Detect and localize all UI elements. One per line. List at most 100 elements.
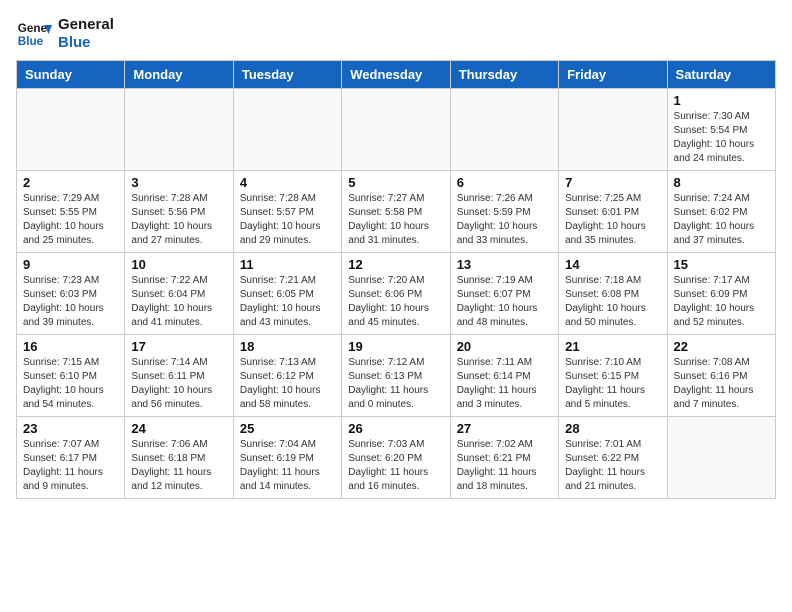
calendar-cell: 12 Sunrise: 7:20 AM Sunset: 6:06 PM Dayli… <box>342 253 450 335</box>
day-info: Sunrise: 7:06 AM Sunset: 6:18 PM Dayligh… <box>131 438 226 494</box>
calendar-week-row: 9Sunrise: 7:23 AM Sunset: 6:03 PM Daylig… <box>17 253 776 335</box>
day-number: 14 <box>565 257 660 272</box>
day-info: Sunrise: 7:14 AM Sunset: 6:11 PM Dayligh… <box>131 356 226 412</box>
day-number: 7 <box>565 175 660 190</box>
day-info: Sunrise: 7:26 AM Sunset: 5:59 PM Dayligh… <box>457 192 552 248</box>
logo-icon: General Blue <box>16 16 52 52</box>
calendar-cell: 11 Sunrise: 7:21 AM Sunset: 6:05 PM Dayli… <box>233 253 341 335</box>
calendar-cell: 18 Sunrise: 7:13 AM Sunset: 6:12 PM Dayli… <box>233 335 341 417</box>
day-number: 1 <box>674 93 769 108</box>
weekday-header: Sunday <box>17 61 125 89</box>
day-number: 5 <box>348 175 443 190</box>
day-info: Sunrise: 7:18 AM Sunset: 6:08 PM Dayligh… <box>565 274 660 330</box>
calendar-cell: 3 Sunrise: 7:28 AM Sunset: 5:56 PM Daylig… <box>125 171 233 253</box>
day-info: Sunrise: 7:19 AM Sunset: 6:07 PM Dayligh… <box>457 274 552 330</box>
day-info: Sunrise: 7:22 AM Sunset: 6:04 PM Dayligh… <box>131 274 226 330</box>
calendar-table: SundayMondayTuesdayWednesdayThursdayFrid… <box>16 60 776 499</box>
weekday-header: Tuesday <box>233 61 341 89</box>
weekday-header: Thursday <box>450 61 558 89</box>
day-info: Sunrise: 7:24 AM Sunset: 6:02 PM Dayligh… <box>674 192 769 248</box>
day-info: Sunrise: 7:11 AM Sunset: 6:14 PM Dayligh… <box>457 356 552 412</box>
day-number: 21 <box>565 339 660 354</box>
day-number: 25 <box>240 421 335 436</box>
day-info: Sunrise: 7:04 AM Sunset: 6:19 PM Dayligh… <box>240 438 335 494</box>
day-info: Sunrise: 7:02 AM Sunset: 6:21 PM Dayligh… <box>457 438 552 494</box>
day-number: 13 <box>457 257 552 272</box>
day-number: 26 <box>348 421 443 436</box>
weekday-header: Monday <box>125 61 233 89</box>
calendar-cell: 7 Sunrise: 7:25 AM Sunset: 6:01 PM Daylig… <box>559 171 667 253</box>
logo-blue: Blue <box>58 34 114 52</box>
day-info: Sunrise: 7:25 AM Sunset: 6:01 PM Dayligh… <box>565 192 660 248</box>
day-number: 19 <box>348 339 443 354</box>
logo: General Blue General Blue <box>16 16 114 52</box>
day-number: 23 <box>23 421 118 436</box>
page-header: General Blue General Blue <box>16 16 776 52</box>
calendar-cell <box>17 89 125 171</box>
day-number: 3 <box>131 175 226 190</box>
day-info: Sunrise: 7:21 AM Sunset: 6:05 PM Dayligh… <box>240 274 335 330</box>
calendar-cell: 19Sunrise: 7:12 AM Sunset: 6:13 PM Dayli… <box>342 335 450 417</box>
day-info: Sunrise: 7:01 AM Sunset: 6:22 PM Dayligh… <box>565 438 660 494</box>
day-number: 10 <box>131 257 226 272</box>
day-number: 28 <box>565 421 660 436</box>
day-info: Sunrise: 7:08 AM Sunset: 6:16 PM Dayligh… <box>674 356 769 412</box>
calendar-cell: 23 Sunrise: 7:07 AM Sunset: 6:17 PM Dayli… <box>17 417 125 499</box>
calendar-cell <box>233 89 341 171</box>
calendar-cell: 24 Sunrise: 7:06 AM Sunset: 6:18 PM Dayli… <box>125 417 233 499</box>
calendar-cell: 4 Sunrise: 7:28 AM Sunset: 5:57 PM Daylig… <box>233 171 341 253</box>
calendar-cell <box>667 417 775 499</box>
day-number: 17 <box>131 339 226 354</box>
day-info: Sunrise: 7:15 AM Sunset: 6:10 PM Dayligh… <box>23 356 118 412</box>
day-number: 6 <box>457 175 552 190</box>
logo-general: General <box>58 16 114 34</box>
calendar-cell: 21Sunrise: 7:10 AM Sunset: 6:15 PM Dayli… <box>559 335 667 417</box>
calendar-cell: 15 Sunrise: 7:17 AM Sunset: 6:09 PM Dayli… <box>667 253 775 335</box>
calendar-cell <box>125 89 233 171</box>
day-info: Sunrise: 7:20 AM Sunset: 6:06 PM Dayligh… <box>348 274 443 330</box>
calendar-cell: 25 Sunrise: 7:04 AM Sunset: 6:19 PM Dayli… <box>233 417 341 499</box>
day-number: 2 <box>23 175 118 190</box>
calendar-cell: 1Sunrise: 7:30 AM Sunset: 5:54 PM Daylig… <box>667 89 775 171</box>
calendar-cell: 27Sunrise: 7:02 AM Sunset: 6:21 PM Dayli… <box>450 417 558 499</box>
day-number: 24 <box>131 421 226 436</box>
day-number: 8 <box>674 175 769 190</box>
day-info: Sunrise: 7:17 AM Sunset: 6:09 PM Dayligh… <box>674 274 769 330</box>
day-info: Sunrise: 7:29 AM Sunset: 5:55 PM Dayligh… <box>23 192 118 248</box>
calendar-cell: 20 Sunrise: 7:11 AM Sunset: 6:14 PM Dayli… <box>450 335 558 417</box>
calendar-week-row: 23 Sunrise: 7:07 AM Sunset: 6:17 PM Dayli… <box>17 417 776 499</box>
calendar-cell: 6 Sunrise: 7:26 AM Sunset: 5:59 PM Daylig… <box>450 171 558 253</box>
calendar-cell: 16 Sunrise: 7:15 AM Sunset: 6:10 PM Dayli… <box>17 335 125 417</box>
weekday-header: Saturday <box>667 61 775 89</box>
calendar-cell: 22 Sunrise: 7:08 AM Sunset: 6:16 PM Dayli… <box>667 335 775 417</box>
day-info: Sunrise: 7:23 AM Sunset: 6:03 PM Dayligh… <box>23 274 118 330</box>
day-info: Sunrise: 7:28 AM Sunset: 5:57 PM Dayligh… <box>240 192 335 248</box>
weekday-header: Friday <box>559 61 667 89</box>
calendar-cell: 10 Sunrise: 7:22 AM Sunset: 6:04 PM Dayli… <box>125 253 233 335</box>
calendar-cell <box>342 89 450 171</box>
calendar-cell: 28 Sunrise: 7:01 AM Sunset: 6:22 PM Dayli… <box>559 417 667 499</box>
day-number: 11 <box>240 257 335 272</box>
calendar-cell <box>450 89 558 171</box>
day-number: 15 <box>674 257 769 272</box>
calendar-week-row: 2 Sunrise: 7:29 AM Sunset: 5:55 PM Daylig… <box>17 171 776 253</box>
day-number: 22 <box>674 339 769 354</box>
day-number: 12 <box>348 257 443 272</box>
day-info: Sunrise: 7:13 AM Sunset: 6:12 PM Dayligh… <box>240 356 335 412</box>
calendar-cell: 14 Sunrise: 7:18 AM Sunset: 6:08 PM Dayli… <box>559 253 667 335</box>
day-number: 18 <box>240 339 335 354</box>
day-number: 20 <box>457 339 552 354</box>
day-number: 4 <box>240 175 335 190</box>
day-info: Sunrise: 7:07 AM Sunset: 6:17 PM Dayligh… <box>23 438 118 494</box>
calendar-week-row: 1Sunrise: 7:30 AM Sunset: 5:54 PM Daylig… <box>17 89 776 171</box>
svg-text:Blue: Blue <box>18 35 44 48</box>
calendar-cell: 9Sunrise: 7:23 AM Sunset: 6:03 PM Daylig… <box>17 253 125 335</box>
day-info: Sunrise: 7:27 AM Sunset: 5:58 PM Dayligh… <box>348 192 443 248</box>
calendar-cell <box>559 89 667 171</box>
day-number: 16 <box>23 339 118 354</box>
day-info: Sunrise: 7:28 AM Sunset: 5:56 PM Dayligh… <box>131 192 226 248</box>
weekday-header: Wednesday <box>342 61 450 89</box>
calendar-cell: 26Sunrise: 7:03 AM Sunset: 6:20 PM Dayli… <box>342 417 450 499</box>
calendar-cell: 2 Sunrise: 7:29 AM Sunset: 5:55 PM Daylig… <box>17 171 125 253</box>
calendar-cell: 8 Sunrise: 7:24 AM Sunset: 6:02 PM Daylig… <box>667 171 775 253</box>
